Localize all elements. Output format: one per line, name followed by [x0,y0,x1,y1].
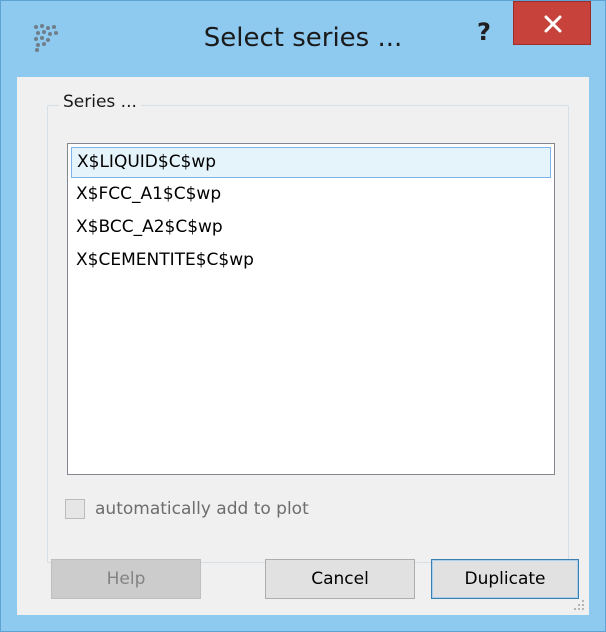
auto-add-label: automatically add to plot [95,499,309,519]
auto-add-checkbox[interactable] [65,499,85,519]
series-list[interactable]: X$LIQUID$C$wp X$FCC_A1$C$wp X$BCC_A2$C$w… [67,143,555,475]
title-bar[interactable]: Select series ... ? [1,1,605,77]
duplicate-button[interactable]: Duplicate [431,559,579,599]
series-list-item[interactable]: X$LIQUID$C$wp [71,147,551,178]
close-button[interactable] [513,1,591,45]
dialog-body: Series ... X$LIQUID$C$wp X$FCC_A1$C$wp X… [17,77,589,615]
select-series-dialog: Select series ... ? Series ... X$LIQUID$… [0,0,606,632]
series-list-item[interactable]: X$FCC_A1$C$wp [71,179,551,210]
series-group-title: Series ... [59,92,141,112]
help-question-button[interactable]: ? [469,17,499,47]
help-button[interactable]: Help [51,559,201,599]
close-icon [544,15,562,33]
resize-grip-icon[interactable] [573,599,585,611]
cancel-button[interactable]: Cancel [265,559,415,599]
series-list-item[interactable]: X$BCC_A2$C$wp [71,212,551,243]
series-list-item[interactable]: X$CEMENTITE$C$wp [71,245,551,276]
